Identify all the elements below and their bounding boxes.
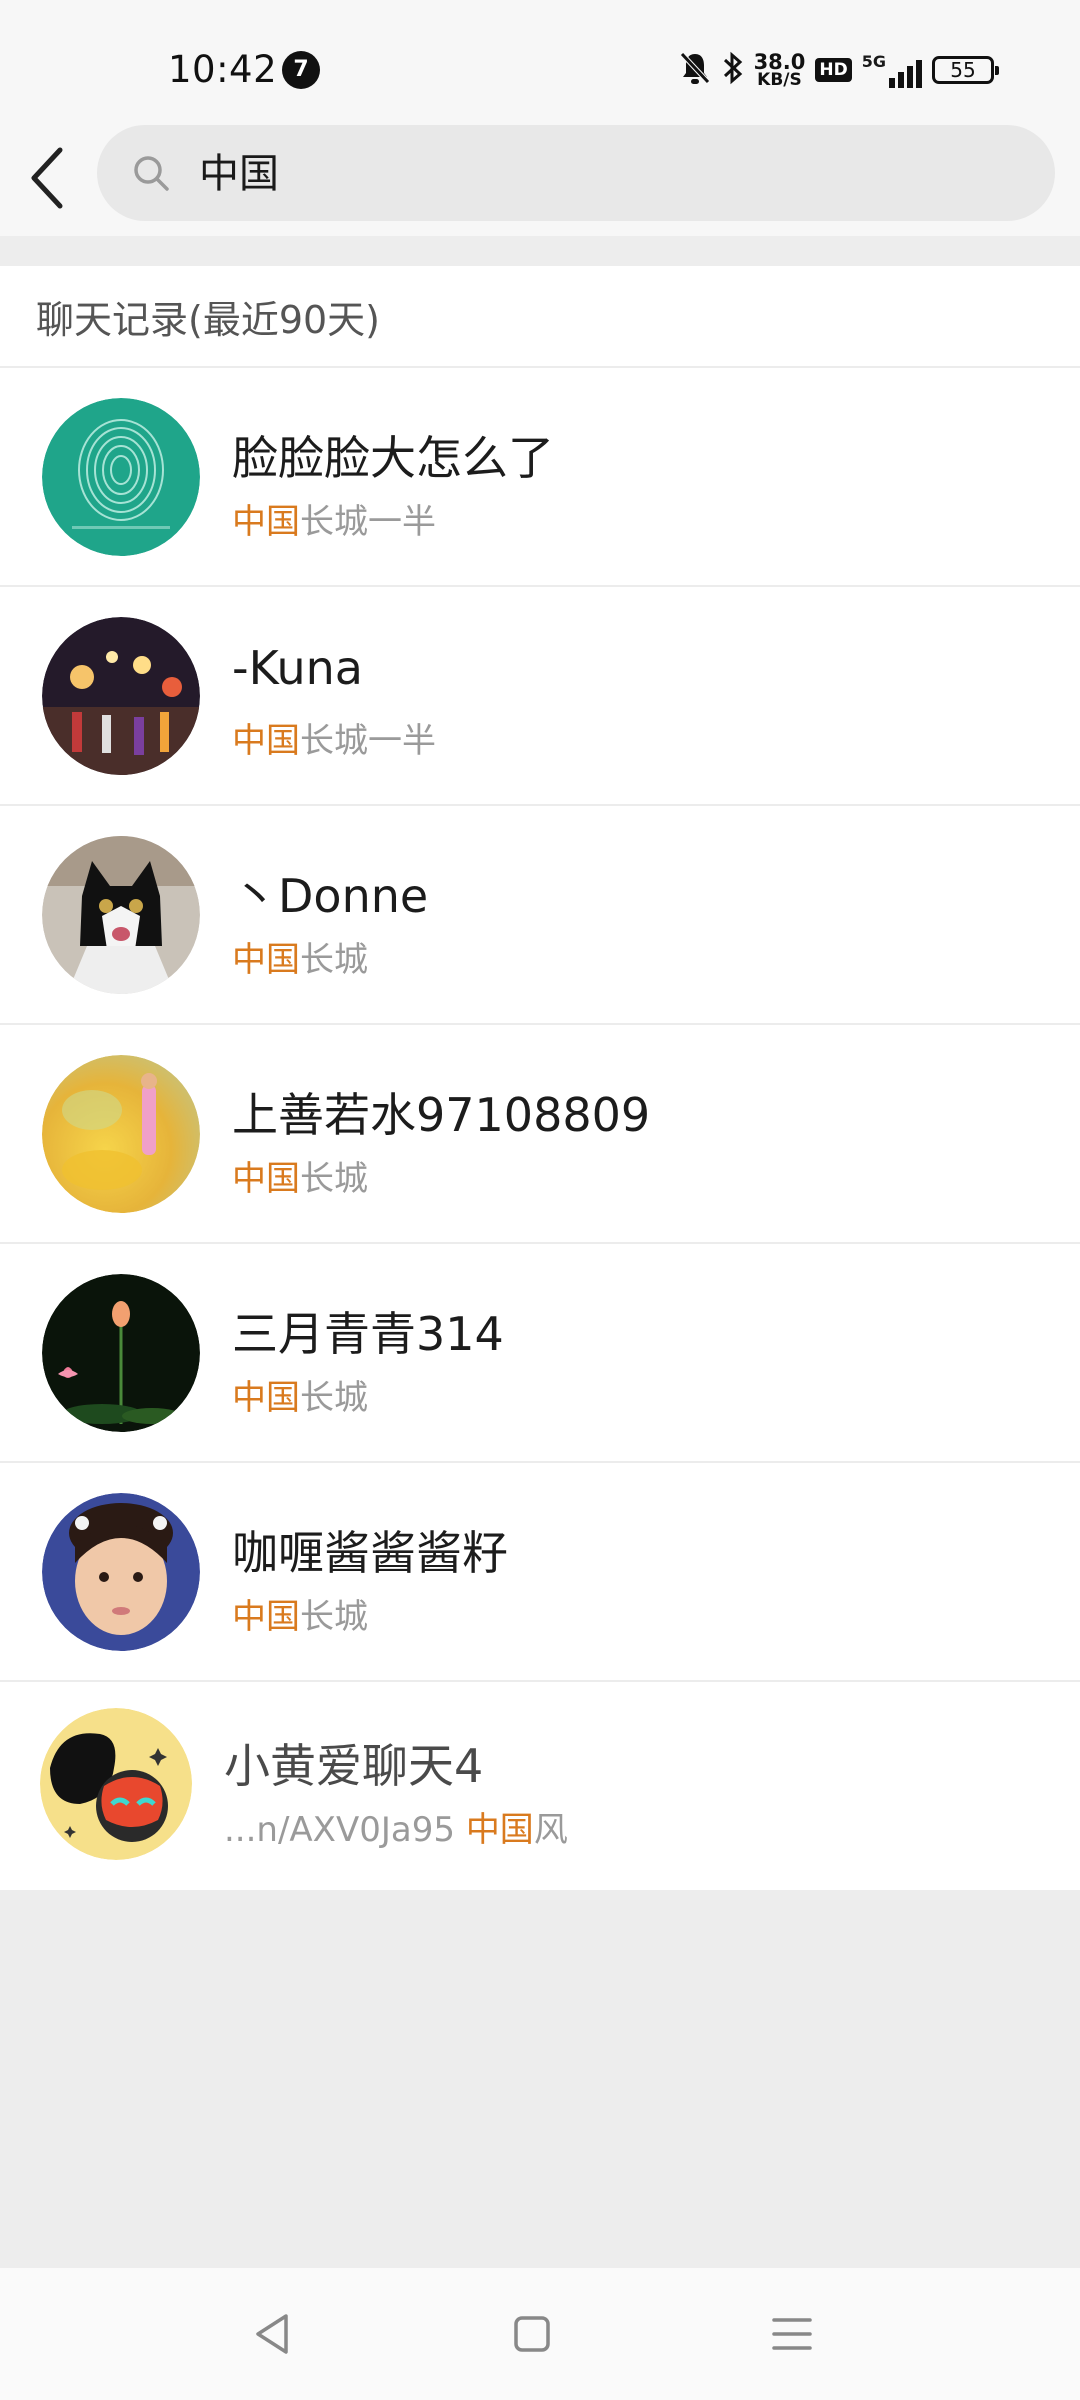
status-bar: 10:42 7 38.0 KB/S HD 5G 55: [0, 0, 1080, 118]
snippet-highlight: 中国: [232, 721, 300, 761]
message-snippet: 中国长城: [232, 1151, 368, 1200]
message-snippet: 中国长城: [232, 1370, 368, 1419]
back-arrow-icon: [31, 147, 63, 209]
message-snippet: 中国长城一半: [232, 713, 436, 762]
result-item[interactable]: -Kuna 中国长城一半: [0, 587, 1080, 806]
result-item[interactable]: 上善若水97108809 中国长城: [0, 1025, 1080, 1244]
clock: 10:42: [168, 48, 278, 91]
snippet-rest: 长城一半: [300, 721, 436, 761]
nav-recents-button[interactable]: [764, 2306, 820, 2362]
avatar: [40, 1708, 192, 1860]
network-speed-value: 38.0: [753, 49, 806, 74]
message-snippet: ...n/AXV0Ja95 中国风: [224, 1802, 568, 1851]
snippet-highlight: 中国: [232, 940, 300, 980]
snippet-rest: 长城: [300, 1159, 368, 1199]
avatar: [42, 836, 200, 994]
avatar: [42, 1274, 200, 1432]
battery-indicator: 55: [932, 56, 999, 84]
contact-name: 脸脸脸大怎么了: [232, 431, 554, 485]
contact-name: -Kuna: [232, 641, 363, 695]
snippet-rest: 长城: [300, 1597, 368, 1637]
menu-recents-icon: [772, 2318, 812, 2350]
contact-name: 丶Donne: [232, 869, 429, 923]
message-snippet: 中国长城: [232, 1589, 368, 1638]
hd-badge: HD: [815, 58, 852, 82]
snippet-prefix: ...n/AXV0Ja95: [224, 1810, 466, 1850]
status-icons: 38.0 KB/S HD 5G 55: [678, 48, 999, 92]
triangle-back-icon: [256, 2314, 288, 2354]
snippet-rest: 风: [533, 1810, 568, 1850]
avatar: [42, 617, 200, 775]
network-type-label: 5G: [861, 52, 886, 71]
contact-name: 三月青青314: [232, 1307, 504, 1361]
message-snippet: 中国长城: [232, 932, 368, 981]
section-header-chat-history: 聊天记录(最近90天): [0, 266, 1080, 368]
contact-name: 上善若水97108809: [232, 1088, 651, 1142]
search-header: [0, 118, 1080, 236]
contact-name: 小黄爱聊天4: [224, 1739, 484, 1793]
network-speed: 38.0 KB/S: [753, 49, 806, 90]
nav-back-button[interactable]: [246, 2306, 302, 2362]
back-button[interactable]: [20, 140, 84, 216]
square-home-icon: [514, 2316, 550, 2352]
snippet-highlight: 中国: [232, 1378, 300, 1418]
avatar: [42, 1055, 200, 1213]
result-item[interactable]: 三月青青314 中国长城: [0, 1244, 1080, 1463]
message-snippet: 中国长城一半: [232, 494, 436, 543]
bluetooth-icon: [722, 50, 744, 90]
snippet-rest: 长城一半: [300, 502, 436, 542]
snippet-highlight: 中国: [465, 1810, 534, 1850]
search-input[interactable]: [199, 147, 1019, 193]
system-navigation-bar: [0, 2268, 1080, 2400]
snippet-highlight: 中国: [232, 502, 300, 542]
mute-bell-icon: [678, 50, 712, 90]
snippet-highlight: 中国: [232, 1159, 300, 1199]
search-box[interactable]: [97, 125, 1055, 221]
nav-home-button[interactable]: [504, 2306, 560, 2362]
snippet-highlight: 中国: [232, 1597, 300, 1637]
signal-5g-icon: 5G: [862, 52, 922, 88]
search-icon: [134, 156, 169, 191]
network-speed-unit: KB/S: [757, 69, 802, 90]
snippet-rest: 长城: [300, 940, 368, 980]
contact-name: 咖喱酱酱酱籽: [232, 1526, 508, 1580]
avatar: [42, 1493, 200, 1651]
result-item[interactable]: 丶Donne 中国长城: [0, 806, 1080, 1025]
search-results: 聊天记录(最近90天) 脸脸脸大怎么了 中国长城一半 -Kuna 中国长城一半 …: [0, 266, 1080, 1890]
notification-count-badge: 7: [282, 51, 320, 89]
result-item[interactable]: 咖喱酱酱酱籽 中国长城: [0, 1463, 1080, 1682]
result-item[interactable]: 脸脸脸大怎么了 中国长城一半: [0, 368, 1080, 587]
avatar: [42, 398, 200, 556]
result-item[interactable]: 小黄爱聊天4 ...n/AXV0Ja95 中国风: [0, 1682, 1080, 1890]
snippet-rest: 长城: [300, 1378, 368, 1418]
